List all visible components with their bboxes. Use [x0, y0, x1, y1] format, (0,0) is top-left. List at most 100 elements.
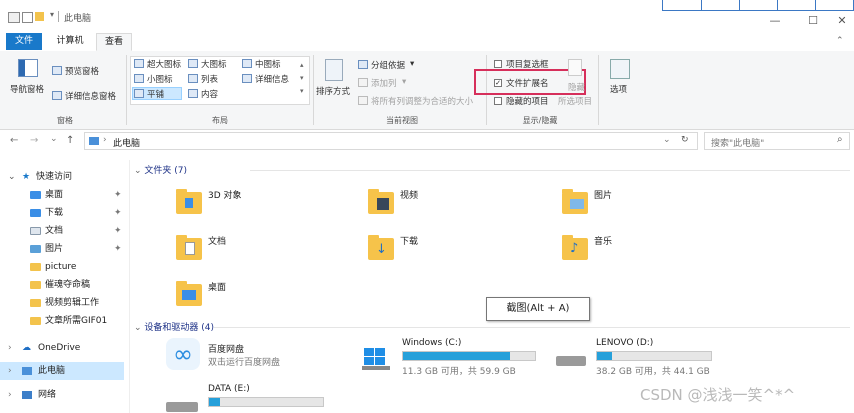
list-icon	[188, 74, 198, 83]
forward-icon[interactable]: →	[30, 135, 38, 146]
hidden-items-label: 隐藏的项目	[506, 97, 549, 107]
expand-chevron-icon[interactable]: ›	[8, 362, 12, 380]
drive-tile-d[interactable]: LENOVO (D:) 38.2 GB 可用，共 44.1 GB	[556, 338, 746, 377]
tab-computer[interactable]: 计算机	[50, 33, 90, 50]
drive-usage-bar	[208, 397, 324, 407]
nav-item-pictures[interactable]: 图片 ✦	[0, 240, 128, 258]
folder-tile[interactable]: 3D 对象	[176, 188, 356, 224]
preview-pane-icon	[52, 66, 62, 75]
documents-icon	[30, 227, 41, 235]
recent-dropdown-icon[interactable]: ⌄	[50, 134, 58, 144]
nav-pane-button[interactable]: 导航窗格	[10, 83, 44, 95]
add-col-button: 添加列	[371, 79, 397, 89]
drives-group-header[interactable]: ⌄ 设备和驱动器 (4)	[134, 320, 214, 333]
search-box[interactable]: 搜索"此电脑" ⌕	[704, 132, 850, 150]
group-label-layout: 布局	[212, 116, 228, 125]
search-placeholder[interactable]: 搜索"此电脑"	[711, 136, 764, 149]
ribbon-separator	[313, 55, 314, 125]
expand-chevron-icon[interactable]: ⌄	[8, 168, 16, 186]
options-button[interactable]: 选项	[610, 83, 627, 95]
expand-chevron-icon[interactable]: ›	[8, 386, 12, 404]
gallery-scroll-icon[interactable]: ▴ ▾ ▾	[300, 59, 304, 98]
close-button[interactable]: ✕	[822, 10, 854, 32]
address-bar[interactable]: › 此电脑 ⌄ ↻	[84, 132, 698, 150]
folders-group-header[interactable]: ⌄ 文件夹 (7)	[134, 163, 187, 176]
back-icon[interactable]: ←	[10, 135, 18, 146]
drive-tile-e[interactable]: DATA (E:)	[166, 382, 356, 413]
qat-folder-icon[interactable]	[35, 12, 44, 21]
preview-pane-button[interactable]: 预览窗格	[65, 65, 99, 77]
group-by-button[interactable]: 分组依据	[371, 59, 405, 71]
ribbon-separator	[126, 55, 127, 125]
s-icons-icon	[134, 74, 144, 83]
breadcrumb-chevron-icon[interactable]: ›	[103, 135, 107, 145]
downloads-icon	[30, 209, 41, 217]
folder-tile[interactable]: ♪ 音乐	[562, 234, 742, 270]
screenshot-tooltip: 截图(Alt + A)	[486, 297, 590, 321]
hard-drive-icon	[166, 402, 198, 412]
sort-icon	[325, 59, 343, 81]
tiles-option[interactable]: 平铺	[147, 88, 164, 100]
file-ext-checkbox[interactable]: ✓	[494, 79, 502, 87]
options-icon	[610, 59, 630, 79]
details-pane-button[interactable]: 详细信息窗格	[65, 90, 116, 102]
content-option[interactable]: 内容	[201, 88, 218, 100]
folder-icon	[30, 281, 41, 289]
xl-icons-option[interactable]: 超大图标	[147, 58, 181, 70]
pane-divider[interactable]	[129, 160, 130, 413]
nav-pane-icon[interactable]	[18, 59, 38, 77]
hard-drive-icon	[556, 356, 586, 366]
group-label-current-view: 当前视图	[386, 116, 418, 125]
up-icon[interactable]: ↑	[66, 135, 74, 146]
tab-file[interactable]: 文件	[6, 33, 42, 50]
refresh-icon[interactable]: ↻	[681, 135, 689, 145]
watermark: CSDN @浅浅一笑^*^	[640, 386, 796, 404]
details-pane-icon	[52, 91, 62, 100]
qat-checkbox-icon[interactable]	[22, 12, 33, 23]
details-option[interactable]: 详细信息	[255, 73, 289, 85]
network-icon	[22, 391, 32, 399]
ribbon-separator	[598, 55, 599, 125]
drive-tile-c[interactable]: Windows (C:) 11.3 GB 可用，共 59.9 GB	[362, 338, 552, 377]
expand-chevron-icon[interactable]: ›	[8, 339, 12, 357]
nav-item-desktop[interactable]: 桌面 ✦	[0, 186, 128, 204]
s-icons-option[interactable]: 小图标	[147, 73, 173, 85]
ribbon-collapse-icon[interactable]: ⌃	[836, 36, 844, 46]
drive-tile-baidu[interactable]: ∞ 百度网盘 双击运行百度网盘	[166, 338, 356, 374]
drive-usage-fill	[209, 398, 221, 406]
group-by-icon	[358, 60, 368, 69]
address-path[interactable]: 此电脑	[113, 136, 140, 149]
address-row: ← → ⌄ ↑ › 此电脑 ⌄ ↻ 搜索"此电脑" ⌕	[0, 131, 854, 153]
title-bar: ▾ 此电脑 — ☐ ✕	[0, 0, 854, 32]
nav-item-documents[interactable]: 文档 ✦	[0, 222, 128, 240]
folder-tile[interactable]: 视频	[368, 188, 548, 224]
collapse-chevron-icon[interactable]: ⌄	[134, 323, 142, 333]
item-checkbox-checkbox[interactable]	[494, 60, 502, 68]
nav-item-downloads[interactable]: 下载 ✦	[0, 204, 128, 222]
folder-tile[interactable]: 图片	[562, 188, 742, 224]
group-by-dropdown-icon[interactable]: ▾	[410, 59, 414, 69]
qat-dropdown-icon[interactable]: ▾	[50, 10, 54, 19]
l-icons-option[interactable]: 大图标	[201, 58, 227, 70]
downloads-icon: ↓	[368, 235, 394, 260]
folder-tile[interactable]: ↓ 下载	[368, 234, 548, 270]
pin-icon[interactable]: ✦	[114, 222, 122, 240]
ribbon-tabs: 文件 计算机 查看 ⌃	[0, 33, 854, 52]
tab-view[interactable]: 查看	[96, 33, 132, 51]
search-icon[interactable]: ⌕	[837, 134, 843, 145]
desktop-icon	[30, 191, 41, 199]
minimize-button[interactable]: —	[755, 10, 795, 32]
nav-this-pc[interactable]: › 此电脑	[0, 362, 124, 380]
pictures-icon	[30, 245, 41, 253]
folder-tile[interactable]: 文档	[176, 234, 356, 270]
hidden-items-checkbox[interactable]	[494, 97, 502, 105]
pin-icon[interactable]: ✦	[114, 240, 122, 258]
pin-icon[interactable]: ✦	[114, 204, 122, 222]
folder-tile[interactable]: 桌面	[176, 280, 356, 316]
collapse-chevron-icon[interactable]: ⌄	[134, 166, 142, 176]
list-option[interactable]: 列表	[201, 73, 218, 85]
address-dropdown-icon[interactable]: ⌄	[663, 135, 671, 145]
sort-button[interactable]: 排序方式	[316, 85, 350, 97]
pin-icon[interactable]: ✦	[114, 186, 122, 204]
m-icons-option[interactable]: 中图标	[255, 58, 281, 70]
